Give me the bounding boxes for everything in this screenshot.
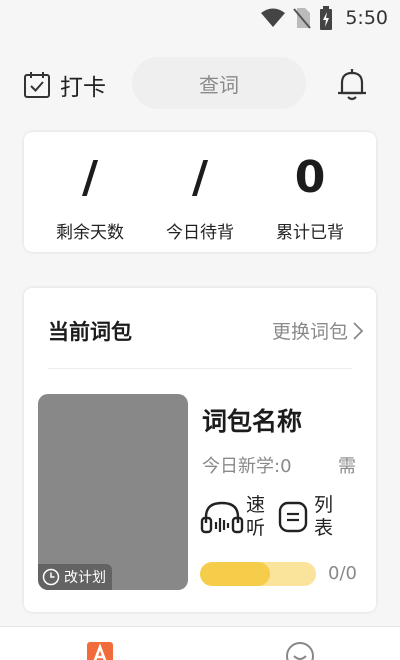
stat-label: 今日待背 (166, 223, 234, 243)
word-list-label: 列表 (314, 494, 334, 539)
wifi-icon (261, 8, 286, 27)
headphones-icon (200, 501, 244, 534)
no-sim-icon (293, 8, 312, 29)
clock-icon (42, 568, 60, 586)
change-book-label: 更换词包 (271, 321, 348, 343)
stat-total-learned: 0 累计已背 (255, 132, 365, 252)
quick-listen-button[interactable]: 速听 (200, 494, 268, 540)
stat-label: 剩余天数 (56, 223, 124, 243)
checkin-button[interactable]: 打卡 (22, 68, 106, 102)
stat-label: 累计已背 (276, 223, 344, 243)
change-book-button[interactable]: 更换词包 (272, 317, 364, 344)
change-plan-label: 改计划 (64, 570, 106, 586)
book-name: 词包名称 (202, 407, 303, 436)
progress-fill (200, 562, 270, 586)
today-new-count: 今日新学:0 (202, 456, 292, 477)
checkin-label: 打卡 (60, 75, 106, 101)
status-time: 5:50 (345, 7, 388, 29)
need-label: 需 (338, 456, 356, 477)
divider (48, 368, 352, 369)
chevron-right-icon (353, 321, 364, 340)
app-logo-icon[interactable] (86, 641, 114, 660)
stats-card: / 剩余天数 / 今日待背 0 累计已背 (24, 132, 376, 252)
change-plan-button[interactable]: 改计划 (38, 564, 112, 590)
section-title: 当前词包 (48, 320, 132, 344)
stat-remaining-days: / 剩余天数 (35, 132, 145, 252)
list-icon (278, 501, 308, 533)
current-book-card: 当前词包 更换词包 改计划 词包名称 今日新学:0 需 速听 列表 0/0 (24, 288, 376, 612)
stat-value: 0 (294, 152, 326, 203)
stat-value: / (191, 152, 209, 203)
search-button[interactable]: 查词 (132, 57, 306, 109)
smiley-icon[interactable] (285, 641, 315, 660)
bottom-nav (0, 626, 400, 660)
book-cover[interactable]: 改计划 (38, 394, 188, 590)
status-bar: 5:50 (0, 0, 400, 36)
word-list-button[interactable]: 列表 (278, 494, 336, 540)
quick-listen-label: 速听 (246, 494, 266, 539)
progress-bar (200, 562, 316, 586)
bell-icon[interactable] (334, 66, 370, 102)
calendar-check-icon (24, 72, 50, 98)
stat-today-pending: / 今日待背 (145, 132, 255, 252)
stat-value: / (81, 152, 99, 203)
progress-text: 0/0 (328, 563, 357, 584)
header: 打卡 查词 (0, 56, 400, 112)
battery-charging-icon (320, 6, 333, 30)
